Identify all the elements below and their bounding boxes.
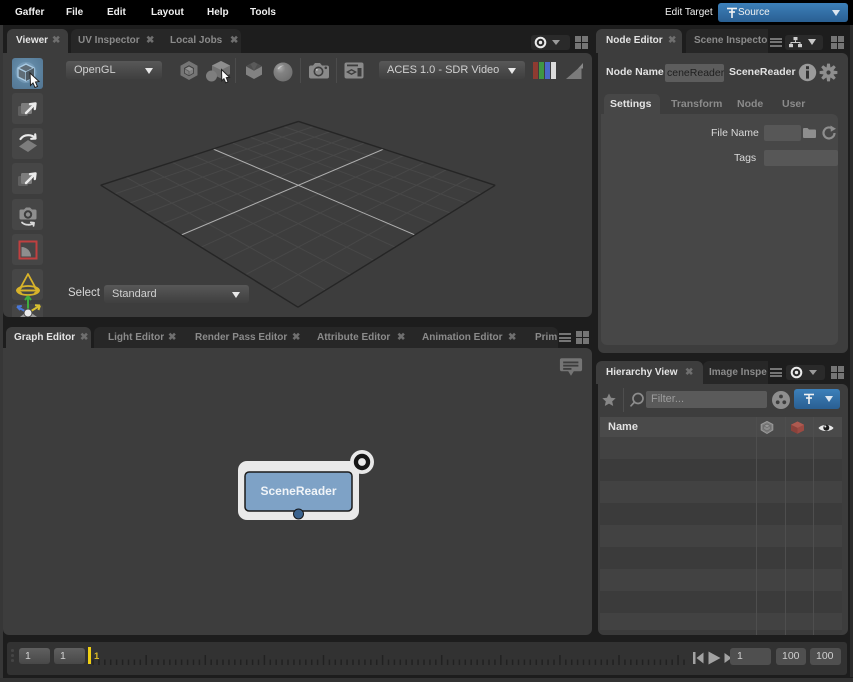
svg-text:SceneReader: SceneReader — [260, 484, 336, 498]
